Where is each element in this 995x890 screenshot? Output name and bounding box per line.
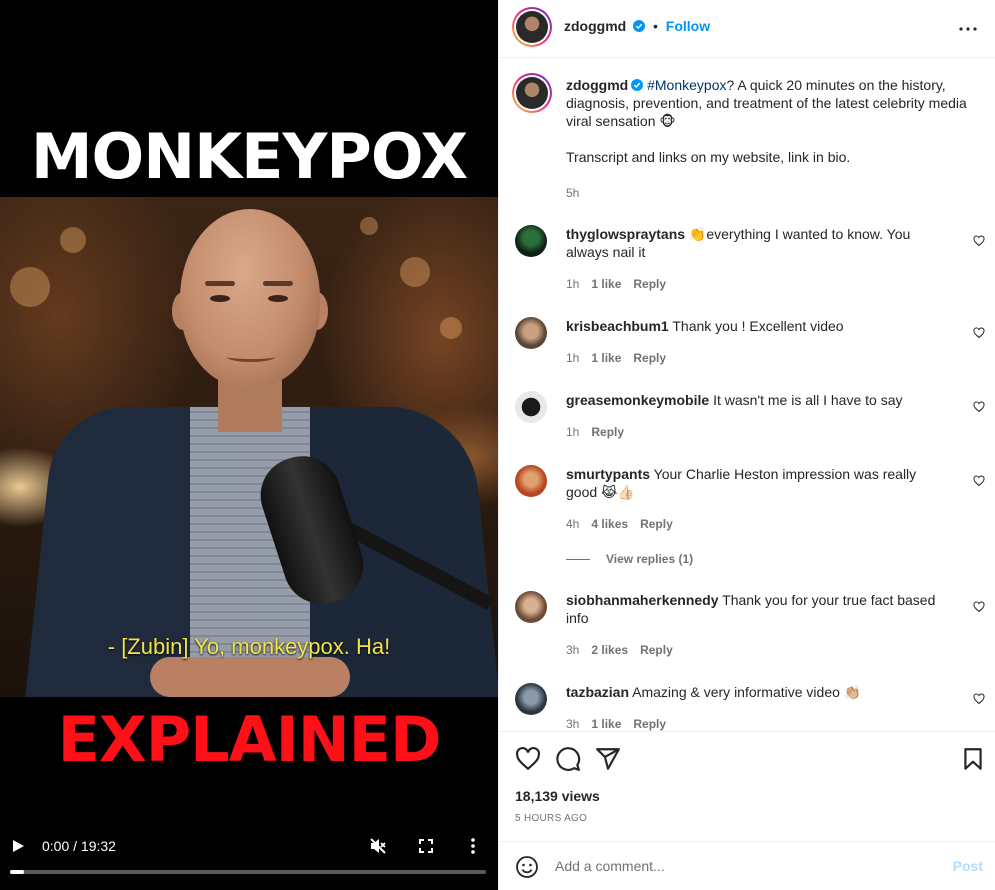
comment-time: 3h (566, 643, 580, 657)
video-progress-bar[interactable] (10, 870, 486, 874)
post-actions: 18,139 views 5 HOURS AGO (499, 731, 995, 841)
post-header: zdoggmd • Follow (499, 0, 995, 58)
caption-time: 5h (566, 186, 580, 200)
comment-likes[interactable]: 1 like (591, 277, 621, 291)
comment-reply[interactable]: Reply (640, 517, 673, 531)
comment-username[interactable]: thyglowspraytans (566, 226, 685, 242)
video-time: 0:00 / 19:32 (42, 838, 116, 854)
video-player[interactable]: MONKEYPOX - [Zubin] Yo, monkeypox. Ha! E… (0, 0, 498, 890)
commenter-avatar[interactable] (515, 683, 547, 715)
hashtag-link[interactable]: #Monkeypox (647, 77, 726, 93)
video-title-top: MONKEYPOX (30, 120, 468, 193)
comment-username[interactable]: krisbeachbum1 (566, 318, 669, 334)
verified-icon (631, 79, 644, 91)
comment-time: 1h (566, 425, 580, 439)
comment-username[interactable]: smurtypants (566, 466, 650, 482)
comment-text: Thank you ! Excellent video (672, 318, 844, 334)
comment-input[interactable] (555, 854, 915, 878)
comment-likes[interactable]: 1 like (591, 717, 621, 731)
emoji-icon[interactable] (515, 855, 539, 879)
comment-time: 1h (566, 277, 580, 291)
caption-username[interactable]: zdoggmd (566, 77, 628, 93)
comment-time: 3h (566, 717, 580, 731)
fullscreen-icon[interactable] (415, 832, 437, 860)
caption-text-2: Transcript and links on my website, link… (566, 149, 851, 165)
video-subtitle: - [Zubin] Yo, monkeypox. Ha! (107, 634, 391, 659)
comment-username[interactable]: greasemonkeymobile (566, 392, 709, 408)
comment-item: siobhanmaherkennedy Thank you for your t… (515, 591, 985, 661)
comment-reply[interactable]: Reply (640, 643, 673, 657)
comment-item: tazbazian Amazing & very informative vid… (515, 683, 985, 731)
view-replies-label: View replies (1) (606, 552, 694, 566)
comment-reply[interactable]: Reply (633, 351, 666, 365)
comment-form: Post (499, 841, 995, 890)
view-replies-button[interactable]: View replies (1) (566, 552, 693, 566)
follow-button[interactable]: Follow (666, 18, 710, 34)
caption-avatar[interactable] (512, 73, 552, 113)
view-count[interactable]: 18,139 views (515, 788, 600, 804)
commenter-avatar[interactable] (515, 391, 547, 423)
comment-reply[interactable]: Reply (633, 277, 666, 291)
comment-heart-icon[interactable] (973, 401, 985, 413)
comment-item: thyglowspraytans 👏everything I wanted to… (515, 225, 985, 295)
comment-time: 4h (566, 517, 580, 531)
author-username[interactable]: zdoggmd (564, 18, 626, 34)
comment-likes[interactable]: 1 like (591, 351, 621, 365)
comment-text: It wasn't me is all I have to say (713, 392, 903, 408)
comment-reply[interactable]: Reply (633, 717, 666, 731)
heart-icon[interactable] (515, 746, 541, 772)
commenter-avatar[interactable] (515, 465, 547, 497)
comment-icon[interactable] (555, 746, 581, 772)
bookmark-icon[interactable] (960, 746, 986, 772)
verified-icon (633, 20, 646, 32)
author-avatar[interactable] (512, 7, 552, 47)
comment-username[interactable]: tazbazian (566, 684, 629, 700)
comment-time: 1h (566, 351, 580, 365)
post-timestamp: 5 HOURS AGO (515, 813, 588, 824)
post-panel: zdoggmd • Follow zdoggmd #Monkeypox? A q… (498, 0, 995, 890)
comment-item: smurtypants Your Charlie Heston impressi… (515, 465, 985, 535)
comment-heart-icon[interactable] (973, 601, 985, 613)
commenter-avatar[interactable] (515, 591, 547, 623)
video-more-icon[interactable] (463, 832, 483, 860)
commenter-avatar[interactable] (515, 225, 547, 257)
share-icon[interactable] (595, 746, 621, 772)
mute-icon[interactable] (367, 832, 389, 860)
comment-item: krisbeachbum1 Thank you ! Excellent vide… (515, 317, 985, 377)
comment-heart-icon[interactable] (973, 475, 985, 487)
video-controls: 0:00 / 19:32 (0, 832, 498, 862)
more-icon[interactable] (956, 17, 980, 41)
post-button[interactable]: Post (953, 858, 983, 874)
post-caption: zdoggmd #Monkeypox? A quick 20 minutes o… (512, 73, 985, 206)
commenter-avatar[interactable] (515, 317, 547, 349)
video-progress-fill (10, 870, 25, 874)
comment-heart-icon[interactable] (973, 235, 985, 247)
header-separator: • (653, 18, 658, 34)
comment-item: greasemonkeymobile It wasn't me is all I… (515, 391, 985, 451)
comment-heart-icon[interactable] (973, 693, 985, 705)
comment-username[interactable]: siobhanmaherkennedy (566, 592, 719, 608)
comment-text: Amazing & very informative video 👏🏼 (632, 684, 862, 700)
comments-list[interactable]: zdoggmd #Monkeypox? A quick 20 minutes o… (499, 59, 995, 731)
video-frame (0, 197, 498, 697)
play-icon[interactable] (8, 832, 28, 860)
comment-likes[interactable]: 4 likes (591, 517, 628, 531)
comment-heart-icon[interactable] (973, 327, 985, 339)
comment-reply[interactable]: Reply (591, 425, 624, 439)
comment-likes[interactable]: 2 likes (591, 643, 628, 657)
video-title-bottom: EXPLAINED (57, 703, 442, 776)
